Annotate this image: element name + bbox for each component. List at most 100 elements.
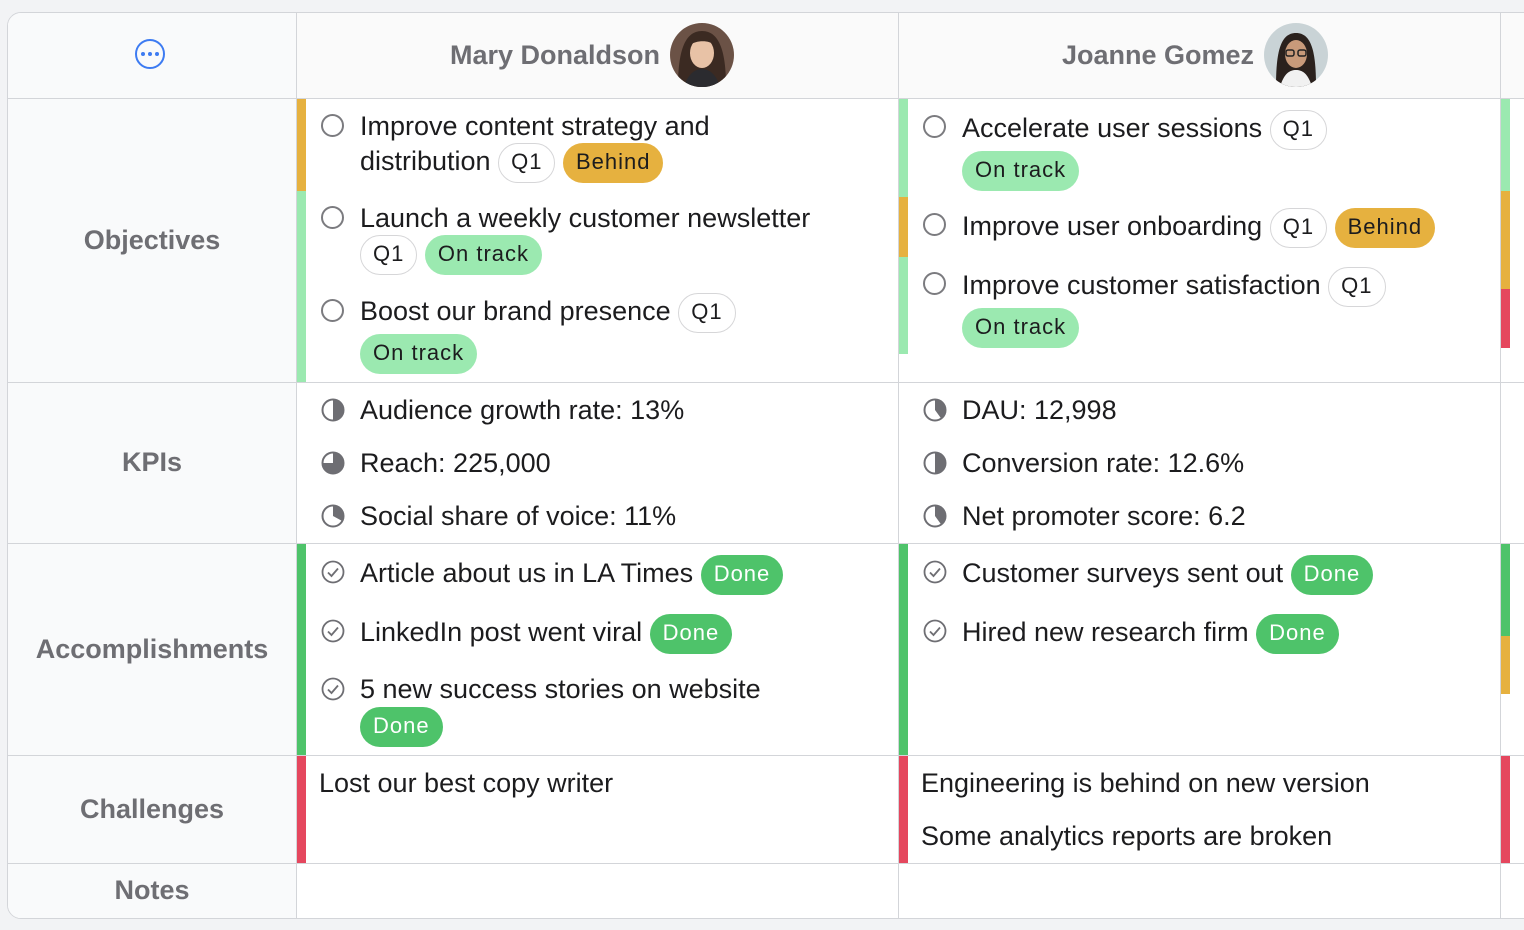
status-bar bbox=[899, 197, 908, 257]
column-header-mary[interactable]: Mary Donaldson bbox=[450, 23, 735, 87]
divider bbox=[8, 863, 1524, 864]
kpi-text[interactable]: Reach: 225,000 bbox=[360, 446, 551, 480]
kpi-progress-icon bbox=[923, 504, 947, 528]
quarter-badge: Q1 bbox=[498, 143, 556, 183]
kpi-text[interactable]: DAU: 12,998 bbox=[962, 393, 1117, 427]
kpi-progress-icon bbox=[923, 398, 947, 422]
accomplishment-line: Customer surveys sent out Done bbox=[962, 555, 1374, 595]
quarter-badge: Q1 bbox=[360, 235, 418, 275]
objective-title[interactable]: distribution bbox=[360, 146, 491, 176]
kpi-progress-icon bbox=[923, 451, 947, 475]
status-badge: Done bbox=[649, 614, 733, 654]
objective-title[interactable]: Improve user onboarding bbox=[962, 211, 1262, 241]
objective-line: Improve customer satisfaction Q1 bbox=[962, 267, 1386, 307]
status-bar bbox=[899, 756, 908, 863]
accomplishment-line: Done bbox=[360, 707, 443, 747]
status-bar bbox=[297, 99, 306, 191]
more-options-button[interactable] bbox=[135, 39, 165, 69]
okr-board: Mary Donaldson Joanne Gomez Objectives K… bbox=[7, 12, 1524, 919]
status-bar bbox=[899, 257, 908, 354]
quarter-badge: Q1 bbox=[1269, 208, 1328, 248]
check-circle-icon[interactable] bbox=[923, 619, 947, 643]
quarter-badge: Q1 bbox=[678, 293, 736, 333]
objective-title[interactable]: Launch a weekly customer newsletter bbox=[360, 201, 810, 235]
avatar bbox=[670, 23, 735, 87]
status-badge: Done bbox=[1290, 555, 1374, 595]
kpi-progress-fill bbox=[333, 399, 344, 421]
divider bbox=[8, 755, 1524, 756]
quarter-badge: Q1 bbox=[1328, 267, 1386, 307]
person-name: Joanne Gomez bbox=[1062, 39, 1255, 70]
check-circle-icon[interactable] bbox=[923, 560, 947, 584]
accomplishment-text[interactable]: LinkedIn post went viral bbox=[360, 617, 642, 647]
status-bar bbox=[1501, 544, 1510, 636]
status-badge: Done bbox=[360, 707, 443, 747]
challenge-text[interactable]: Engineering is behind on new version bbox=[921, 766, 1370, 800]
objective-title[interactable]: Boost our brand presence bbox=[360, 296, 671, 326]
challenge-text[interactable]: Lost our best copy writer bbox=[319, 766, 613, 800]
status-badge: On track bbox=[424, 235, 543, 275]
objective-checkbox[interactable] bbox=[321, 206, 344, 229]
row-label-accomplishments: Accomplishments bbox=[35, 634, 269, 664]
objective-checkbox[interactable] bbox=[321, 299, 344, 322]
row-label-kpis: KPIs bbox=[121, 447, 183, 477]
column-header-joanne[interactable]: Joanne Gomez bbox=[1062, 23, 1329, 87]
kpi-progress-fill bbox=[935, 452, 946, 474]
status-bar bbox=[297, 756, 306, 863]
accomplishment-text[interactable]: Hired new research firm bbox=[962, 617, 1249, 647]
status-badge: Behind bbox=[562, 143, 664, 183]
objective-checkbox[interactable] bbox=[923, 272, 946, 295]
divider bbox=[8, 382, 1524, 383]
status-badge: On track bbox=[360, 334, 478, 374]
row-label-notes: Notes bbox=[114, 875, 190, 905]
objective-title[interactable]: Improve content strategy and bbox=[360, 109, 710, 143]
challenge-text[interactable]: Some analytics reports are broken bbox=[921, 819, 1332, 853]
status-badge: Behind bbox=[1334, 208, 1436, 248]
check-circle-icon[interactable] bbox=[321, 560, 345, 584]
kpi-text[interactable]: Audience growth rate: 13% bbox=[360, 393, 684, 427]
objective-line: Q1 On track bbox=[360, 235, 543, 275]
objective-line: On track bbox=[962, 151, 1080, 191]
kpi-text[interactable]: Conversion rate: 12.6% bbox=[962, 446, 1244, 480]
status-badge: Done bbox=[700, 555, 784, 595]
status-bar bbox=[1501, 289, 1510, 348]
kpi-text[interactable]: Social share of voice: 11% bbox=[360, 499, 676, 533]
status-badge: Done bbox=[1256, 614, 1339, 654]
kpi-progress-icon bbox=[321, 398, 345, 422]
objective-title[interactable]: Improve customer satisfaction bbox=[962, 270, 1321, 300]
objective-line: On track bbox=[360, 334, 478, 374]
status-bar bbox=[899, 544, 908, 755]
status-bar bbox=[1501, 756, 1510, 863]
status-badge: On track bbox=[962, 308, 1080, 348]
objective-title[interactable]: Accelerate user sessions bbox=[962, 113, 1262, 143]
kpi-text[interactable]: Net promoter score: 6.2 bbox=[962, 499, 1246, 533]
accomplishment-line: Article about us in LA Times Done bbox=[360, 555, 784, 595]
objective-line: Improve user onboarding Q1 Behind bbox=[962, 208, 1436, 248]
accomplishment-text[interactable]: 5 new success stories on website bbox=[360, 672, 761, 706]
status-bar bbox=[899, 99, 908, 197]
objective-checkbox[interactable] bbox=[321, 114, 344, 137]
accomplishment-line: Hired new research firm Done bbox=[962, 614, 1339, 654]
status-bar bbox=[1501, 636, 1510, 694]
person-name: Mary Donaldson bbox=[450, 39, 661, 70]
row-label-challenges: Challenges bbox=[79, 794, 225, 824]
check-circle-icon[interactable] bbox=[321, 677, 345, 701]
accomplishment-line: LinkedIn post went viral Done bbox=[360, 614, 733, 654]
status-bar bbox=[1501, 191, 1510, 289]
divider bbox=[8, 98, 1524, 99]
accomplishment-text[interactable]: Article about us in LA Times bbox=[360, 558, 693, 588]
status-bar bbox=[1501, 99, 1510, 191]
check-circle-icon[interactable] bbox=[321, 619, 345, 643]
status-badge: On track bbox=[962, 151, 1080, 191]
accomplishment-text[interactable]: Customer surveys sent out bbox=[962, 558, 1283, 588]
objective-line: Boost our brand presence Q1 bbox=[360, 293, 736, 333]
objective-checkbox[interactable] bbox=[923, 115, 946, 138]
avatar bbox=[1264, 23, 1329, 87]
kpi-progress-icon bbox=[321, 504, 345, 528]
quarter-badge: Q1 bbox=[1269, 110, 1328, 150]
objective-line: distribution Q1 Behind bbox=[360, 143, 664, 183]
objective-line: Accelerate user sessions Q1 bbox=[962, 110, 1328, 150]
status-bar bbox=[297, 544, 306, 755]
objective-checkbox[interactable] bbox=[923, 213, 946, 236]
kpi-progress-icon bbox=[321, 451, 345, 475]
